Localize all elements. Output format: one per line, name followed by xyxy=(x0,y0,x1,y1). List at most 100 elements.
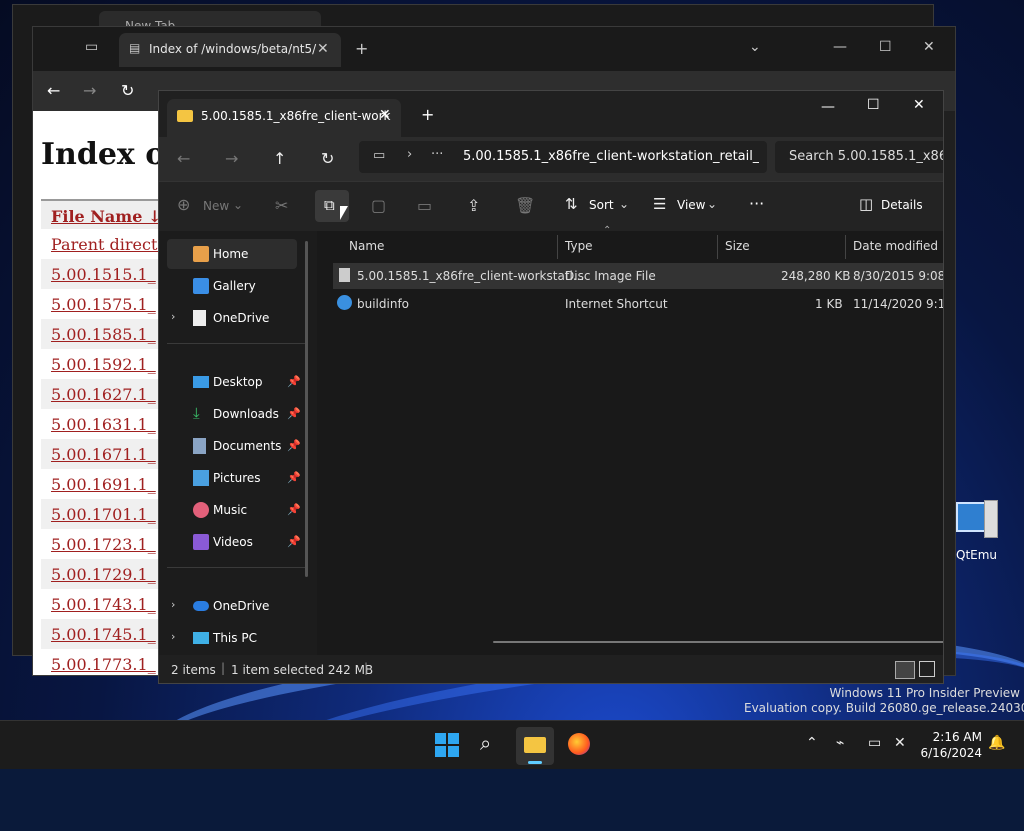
chevron-up-icon[interactable]: ⌃ xyxy=(806,735,818,751)
rename-icon[interactable]: ▭ xyxy=(417,196,432,215)
maximize-icon[interactable]: ☐ xyxy=(879,39,892,55)
nav-item-onedrive-2[interactable]: › OneDrive xyxy=(167,591,297,621)
desktop-icon-qtemu[interactable]: QtEmu xyxy=(948,498,1008,568)
column-header-size[interactable]: Size xyxy=(725,239,750,265)
firefox-icon[interactable] xyxy=(568,733,590,755)
pin-icon[interactable]: 📌 xyxy=(287,439,301,452)
search-box[interactable]: Search 5.00.1585.1_x86fre xyxy=(775,141,943,173)
file-row[interactable]: 5.00.1585.1_x86fre_client-workstati... D… xyxy=(333,263,943,289)
listing-link[interactable]: 5.00.1745.1_ xyxy=(41,619,159,649)
chevron-right-icon[interactable]: › xyxy=(171,310,175,323)
new-tab-icon[interactable]: + xyxy=(421,105,434,124)
listing-link[interactable]: 5.00.1723.1_ xyxy=(41,529,159,559)
display-icon[interactable]: ▭ xyxy=(868,735,881,751)
forward-arrow-icon[interactable]: → xyxy=(83,81,96,100)
listing-link[interactable]: 5.00.1701.1_ xyxy=(41,499,159,529)
listing-link[interactable]: 5.00.1631.1_ xyxy=(41,409,159,439)
pin-icon[interactable]: 📌 xyxy=(287,535,301,548)
paste-icon[interactable]: ▢ xyxy=(371,196,386,215)
details-view-icon[interactable] xyxy=(895,661,915,679)
pin-icon[interactable]: 📌 xyxy=(287,375,301,388)
up-arrow-icon[interactable]: ↑ xyxy=(273,149,286,168)
column-divider[interactable] xyxy=(557,235,558,259)
column-header-date[interactable]: Date modified xyxy=(853,239,938,265)
horizontal-scrollbar[interactable] xyxy=(493,641,943,643)
nav-item-videos[interactable]: Videos 📌 xyxy=(167,527,301,557)
active-indicator xyxy=(528,761,542,764)
maximize-icon[interactable]: ☐ xyxy=(867,97,880,113)
search-icon[interactable]: ⌕ xyxy=(480,731,491,755)
nav-item-this-pc[interactable]: › This PC xyxy=(167,623,297,653)
nav-scrollbar[interactable] xyxy=(305,241,308,577)
start-button[interactable] xyxy=(435,733,459,757)
listing-link[interactable]: 5.00.1592.1_ xyxy=(41,349,159,379)
close-window-icon[interactable]: ✕ xyxy=(923,39,935,55)
close-tab-icon[interactable]: ✕ xyxy=(317,41,329,57)
listing-link[interactable]: 5.00.1743.1_ xyxy=(41,589,159,619)
listing-link[interactable]: Parent directo xyxy=(41,229,159,259)
explorer-tab-active[interactable]: 5.00.1585.1_x86fre_client-work ✕ xyxy=(167,99,401,137)
share-icon[interactable]: ⇪ xyxy=(467,196,480,215)
overflow-dots-icon[interactable]: ··· xyxy=(431,147,443,162)
evaluation-watermark: Windows 11 Pro Insider Preview Evaluatio… xyxy=(744,686,1024,716)
listing-link[interactable]: 5.00.1515.1_ xyxy=(41,259,159,289)
volume-mute-icon[interactable]: ✕ xyxy=(894,735,906,751)
listing-link[interactable]: 5.00.1671.1_ xyxy=(41,439,159,469)
nav-label: Pictures xyxy=(213,471,261,485)
chevron-right-icon[interactable]: › xyxy=(171,630,175,643)
back-arrow-icon[interactable]: ← xyxy=(177,149,190,168)
pin-icon[interactable]: 📌 xyxy=(287,503,301,516)
chevron-down-icon: ⌄ xyxy=(619,197,630,211)
listing-link[interactable]: 5.00.1729.1_ xyxy=(41,559,159,589)
network-icon[interactable]: ⌁ xyxy=(836,735,844,751)
tiles-view-icon[interactable] xyxy=(919,661,935,677)
chevron-right-icon[interactable]: › xyxy=(407,147,412,162)
taskbar-file-explorer[interactable] xyxy=(516,727,554,765)
close-tab-icon[interactable]: ✕ xyxy=(379,107,391,123)
pin-icon[interactable]: 📌 xyxy=(287,407,301,420)
listing-link[interactable]: 5.00.1585.1_ xyxy=(41,319,159,349)
listing-header-file-name[interactable]: File Name ↓ xyxy=(41,199,159,229)
new-tab-icon[interactable]: + xyxy=(355,39,368,58)
refresh-icon[interactable]: ↻ xyxy=(321,149,334,168)
address-box[interactable]: ▭ › ··· 5.00.1585.1_x86fre_client-workst… xyxy=(359,141,767,173)
cut-icon[interactable]: ✂ xyxy=(275,196,288,215)
listing-link[interactable]: 5.00.1627.1_ xyxy=(41,379,159,409)
nav-item-desktop[interactable]: Desktop 📌 xyxy=(167,367,301,397)
minimize-icon[interactable]: — xyxy=(833,39,847,55)
reload-icon[interactable]: ↻ xyxy=(121,81,134,100)
close-window-icon[interactable]: ✕ xyxy=(913,97,925,113)
file-row[interactable]: buildinfo Internet Shortcut 1 KB 11/14/2… xyxy=(333,291,943,317)
pin-icon[interactable]: 📌 xyxy=(287,471,301,484)
notification-bell-icon[interactable]: 🔔 xyxy=(988,735,1005,751)
column-divider[interactable] xyxy=(845,235,846,259)
nav-item-documents[interactable]: Documents 📌 xyxy=(167,431,301,461)
browser-tab-active[interactable]: ▤ Index of /windows/beta/nt5/ ✕ xyxy=(119,33,341,67)
column-divider[interactable] xyxy=(717,235,718,259)
listing-link[interactable]: 5.00.1691.1_ xyxy=(41,469,159,499)
more-options-icon[interactable]: ··· xyxy=(749,194,764,213)
column-header-type[interactable]: Type xyxy=(565,239,593,265)
column-header-name[interactable]: Name xyxy=(349,239,384,265)
nav-item-home[interactable]: Home xyxy=(167,239,297,269)
chevron-right-icon[interactable]: › xyxy=(171,598,175,611)
minimize-icon[interactable]: — xyxy=(821,99,835,115)
back-arrow-icon[interactable]: ← xyxy=(47,81,60,100)
listing-link[interactable]: 5.00.1773.1_ xyxy=(41,649,159,675)
nav-item-gallery[interactable]: Gallery xyxy=(167,271,297,301)
listing-link[interactable]: 5.00.1575.1_ xyxy=(41,289,159,319)
nav-item-pictures[interactable]: Pictures 📌 xyxy=(167,463,301,493)
tab-actions-icon[interactable]: ▭ xyxy=(85,39,98,55)
address-path[interactable]: 5.00.1585.1_x86fre_client-workstation_re… xyxy=(463,149,759,164)
nav-item-onedrive[interactable]: › OneDrive xyxy=(167,303,297,333)
forward-arrow-icon[interactable]: → xyxy=(225,149,238,168)
nav-item-downloads[interactable]: ⤓ Downloads 📌 xyxy=(167,399,301,429)
search-placeholder[interactable]: Search 5.00.1585.1_x86fre xyxy=(789,149,943,164)
file-size: 248,280 KB xyxy=(781,269,851,283)
nav-item-music[interactable]: Music 📌 xyxy=(167,495,301,525)
folder-icon xyxy=(524,737,546,753)
file-explorer-window[interactable]: 5.00.1585.1_x86fre_client-work ✕ + — ☐ ✕… xyxy=(158,90,944,684)
clock[interactable]: 2:16 AM 6/16/2024 xyxy=(918,729,982,761)
delete-icon[interactable]: 🗑 xyxy=(515,196,535,215)
tab-list-chevron-icon[interactable]: ⌄ xyxy=(749,39,761,55)
